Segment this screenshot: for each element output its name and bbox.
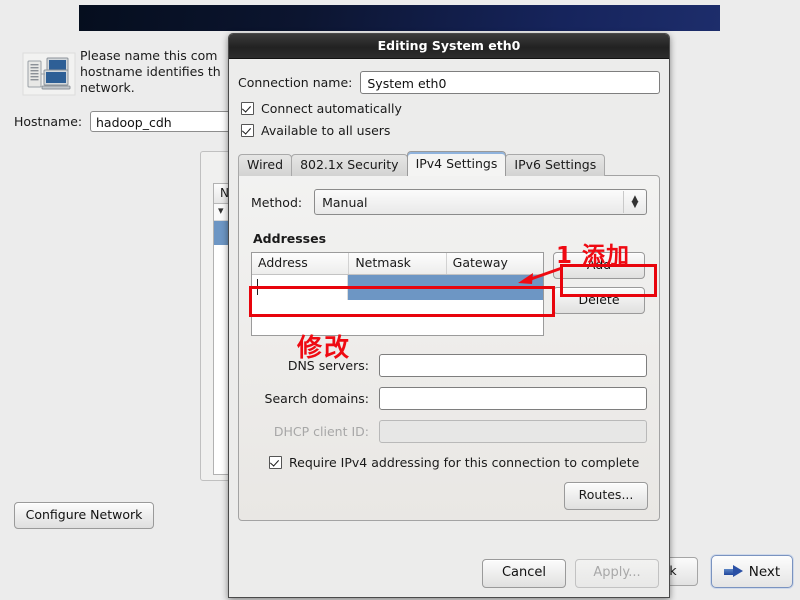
settings-tabs: Wired 802.1x Security IPv4 Settings IPv6… <box>238 151 660 176</box>
dhcp-client-id-row: DHCP client ID: <box>251 420 647 443</box>
arrow-right-icon <box>723 565 743 578</box>
hostname-input[interactable]: hadoop_cdh <box>90 111 250 132</box>
spinner-up-down-icon[interactable]: ▲ ▼ <box>623 191 646 213</box>
routes-button[interactable]: Routes... <box>564 482 648 510</box>
dns-servers-input[interactable] <box>379 354 647 377</box>
search-domains-row: Search domains: <box>251 387 647 410</box>
connect-automatically-label: Connect automatically <box>261 101 402 116</box>
tab-wired[interactable]: Wired <box>238 154 293 176</box>
connect-automatically-checkbox[interactable]: Connect automatically <box>241 101 669 116</box>
connection-name-input[interactable]: System eth0 <box>360 71 660 94</box>
checkbox-icon <box>241 124 254 137</box>
cancel-button[interactable]: Cancel <box>482 559 566 588</box>
connection-name-label: Connection name: <box>238 75 353 90</box>
checkbox-icon <box>269 456 282 469</box>
tab-8021x-security[interactable]: 802.1x Security <box>291 154 408 176</box>
tab-ipv4-settings[interactable]: IPv4 Settings <box>406 151 507 176</box>
dhcp-client-id-input <box>379 420 647 443</box>
apply-button[interactable]: Apply... <box>575 559 659 588</box>
available-all-users-checkbox[interactable]: Available to all users <box>241 123 669 138</box>
require-ipv4-label: Require IPv4 addressing for this connect… <box>289 455 640 470</box>
hostname-label: Hostname: <box>14 114 83 129</box>
next-button[interactable]: Next <box>711 555 793 588</box>
annotation-arrow-icon <box>518 266 563 284</box>
dhcp-client-id-label: DHCP client ID: <box>273 424 369 439</box>
checkbox-icon <box>241 102 254 115</box>
annotation-add-text: 1 添加 <box>556 243 631 269</box>
tab-ipv6-settings[interactable]: IPv6 Settings <box>505 154 606 176</box>
dialog-titlebar: Editing System eth0 <box>229 34 669 59</box>
connection-name-row: Connection name: System eth0 <box>238 71 660 94</box>
search-domains-label: Search domains: <box>264 391 369 406</box>
dialog-buttons: Cancel Apply... <box>482 559 659 588</box>
next-button-label: Next <box>748 563 781 580</box>
method-row: Method: Manual ▲ ▼ <box>251 189 647 215</box>
addresses-table-header: Address Netmask Gateway <box>252 253 543 275</box>
annotation-box-address-row <box>249 286 555 317</box>
method-select[interactable]: Manual ▲ ▼ <box>314 189 647 215</box>
require-ipv4-checkbox[interactable]: Require IPv4 addressing for this connect… <box>269 455 659 470</box>
column-header-address: Address <box>252 253 350 274</box>
search-domains-input[interactable] <box>379 387 647 410</box>
installer-banner <box>79 5 720 31</box>
configure-network-button[interactable]: Configure Network <box>14 502 154 529</box>
computer-network-icon <box>22 52 76 96</box>
annotation-modify-text: 修改 <box>297 333 352 362</box>
method-label: Method: <box>251 194 303 210</box>
method-selected-value: Manual <box>322 194 368 210</box>
available-all-users-label: Available to all users <box>261 123 391 138</box>
column-header-netmask: Netmask <box>349 253 447 274</box>
